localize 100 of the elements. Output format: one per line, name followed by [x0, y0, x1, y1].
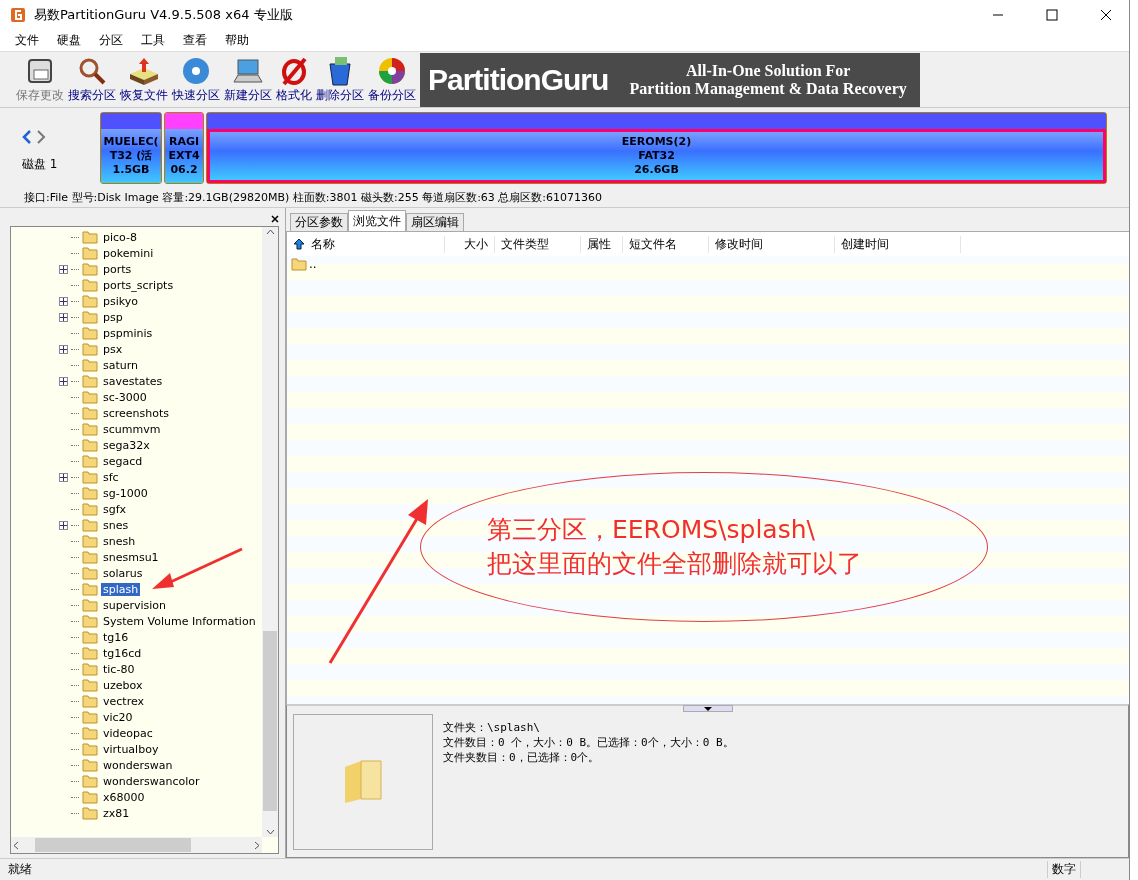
toolbar-button[interactable]: 快速分区	[170, 56, 222, 103]
tree-item[interactable]: sfc	[101, 470, 121, 484]
tree-item[interactable]: savestates	[101, 374, 165, 388]
tree-item[interactable]: x68000	[101, 790, 147, 804]
folder-icon	[82, 790, 98, 804]
tab[interactable]: 扇区编辑	[406, 213, 464, 231]
window-title: 易数PartitionGuru V4.9.5.508 x64 专业版	[34, 6, 294, 24]
column-header[interactable]: 名称	[305, 235, 445, 253]
tree-item[interactable]: uzebox	[101, 678, 145, 692]
tab[interactable]: 分区参数	[290, 213, 348, 231]
tree-item[interactable]: psp	[101, 310, 125, 324]
menu-item[interactable]: 工具	[132, 32, 174, 49]
menu-item[interactable]: 文件	[6, 32, 48, 49]
partition-block[interactable]: EEROMS(2) FAT32 26.6GB	[206, 112, 1107, 184]
tree-item[interactable]: segacd	[101, 454, 145, 468]
partition-text: RAGI	[168, 135, 200, 149]
toolbar-button[interactable]: 恢复文件	[118, 56, 170, 103]
tree-item[interactable]: psx	[101, 342, 125, 356]
toolbar-button[interactable]: 新建分区	[222, 56, 274, 103]
status-message: 就绪	[7, 861, 33, 878]
tree-item[interactable]: ports_scripts	[101, 278, 176, 292]
tree-item[interactable]: snes	[101, 518, 131, 532]
expand-icon[interactable]	[59, 472, 68, 482]
scroll-right-icon[interactable]	[254, 840, 260, 850]
tree-item[interactable]: scummvm	[101, 422, 163, 436]
tree-item[interactable]: pspminis	[101, 326, 155, 340]
tree-item[interactable]: snesh	[101, 534, 138, 548]
tree-item[interactable]: sg-1000	[101, 486, 150, 500]
column-header[interactable]: 修改时间	[709, 235, 835, 253]
partition-block[interactable]: RAGI EXT4 06.2	[164, 112, 204, 184]
column-header[interactable]: 属性	[581, 235, 623, 253]
scroll-left-icon[interactable]	[13, 840, 19, 850]
tree-item[interactable]: sgfx	[101, 502, 129, 516]
column-header[interactable]: 文件类型	[495, 235, 581, 253]
tree-item[interactable]: tg16cd	[101, 646, 144, 660]
tree-item[interactable]: ports	[101, 262, 134, 276]
tree-item[interactable]: tg16	[101, 630, 131, 644]
tree-item[interactable]: splash	[101, 582, 141, 596]
tree-item[interactable]: vic20	[101, 710, 135, 724]
folder-icon	[82, 262, 98, 276]
expand-icon[interactable]	[59, 264, 68, 274]
box-arrow-icon	[127, 56, 161, 86]
tree-item[interactable]: wonderswan	[101, 758, 175, 772]
folder-icon	[82, 598, 98, 612]
folder-icon	[82, 694, 98, 708]
toolbar-button[interactable]: 搜索分区	[66, 56, 118, 103]
tree-item[interactable]: psikyo	[101, 294, 140, 308]
partition-text: MUELEC(	[103, 135, 159, 149]
expand-icon[interactable]	[59, 312, 68, 322]
app-logo-icon	[10, 7, 26, 23]
tree-item[interactable]: vectrex	[101, 694, 146, 708]
column-header[interactable]: 短文件名	[623, 235, 709, 253]
maximize-icon	[1046, 9, 1058, 21]
tree-item[interactable]: screenshots	[101, 406, 172, 420]
tree-item[interactable]: snesmsu1	[101, 550, 161, 564]
horizontal-scrollbar[interactable]	[11, 837, 262, 853]
tree-item[interactable]: virtualboy	[101, 742, 161, 756]
expand-icon[interactable]	[59, 344, 68, 354]
scroll-down-icon[interactable]	[265, 829, 275, 835]
menu-item[interactable]: 硬盘	[48, 32, 90, 49]
up-arrow-icon[interactable]	[293, 238, 305, 250]
toolbar-button[interactable]: 格式化	[274, 56, 314, 103]
menu-item[interactable]: 帮助	[216, 32, 258, 49]
tree-item[interactable]: pico-8	[101, 230, 139, 244]
folder-icon	[82, 710, 98, 724]
tree-item[interactable]: solarus	[101, 566, 145, 580]
expand-icon[interactable]	[59, 520, 68, 530]
partition-text: EXT4	[168, 149, 200, 163]
menu-item[interactable]: 分区	[90, 32, 132, 49]
banner-tagline: All-In-One Solution For	[685, 61, 851, 80]
tree-item[interactable]: pokemini	[101, 246, 156, 260]
tree-item[interactable]: zx81	[101, 806, 132, 820]
vertical-scrollbar[interactable]	[262, 227, 278, 837]
tree-item[interactable]: tic-80	[101, 662, 137, 676]
expand-icon[interactable]	[59, 296, 68, 306]
color-wheel-icon	[377, 56, 407, 86]
collapse-handle[interactable]	[683, 705, 733, 712]
tree-item[interactable]: wonderswancolor	[101, 774, 202, 788]
folder-icon	[82, 486, 98, 500]
detail-line: 文件数目：0 个，大小：0 B。已选择：0个，大小：0 B。	[443, 735, 734, 750]
expand-icon[interactable]	[59, 376, 68, 386]
partition-text: 1.5GB	[112, 163, 150, 177]
column-header[interactable]: 大小	[445, 235, 495, 253]
tree-item[interactable]: sc-3000	[101, 390, 149, 404]
toolbar-button[interactable]: 备份分区	[366, 56, 418, 103]
scroll-up-icon[interactable]	[265, 229, 275, 235]
tree-item[interactable]: System Volume Information	[101, 614, 258, 628]
folder-icon	[82, 742, 98, 756]
partition-text: FAT32	[638, 149, 675, 163]
partition-block[interactable]: MUELEC( T32 (活 1.5GB	[100, 112, 162, 184]
tree-item[interactable]: saturn	[101, 358, 141, 372]
close-icon[interactable]	[271, 215, 279, 223]
tree-item[interactable]: supervision	[101, 598, 169, 612]
tree-item[interactable]: videopac	[101, 726, 155, 740]
menu-item[interactable]: 查看	[174, 32, 216, 49]
tab[interactable]: 浏览文件	[348, 210, 406, 231]
toolbar-button[interactable]: 删除分区	[314, 56, 366, 103]
column-header[interactable]: 创建时间	[835, 235, 961, 253]
folder-icon	[82, 390, 98, 404]
tree-item[interactable]: sega32x	[101, 438, 152, 452]
